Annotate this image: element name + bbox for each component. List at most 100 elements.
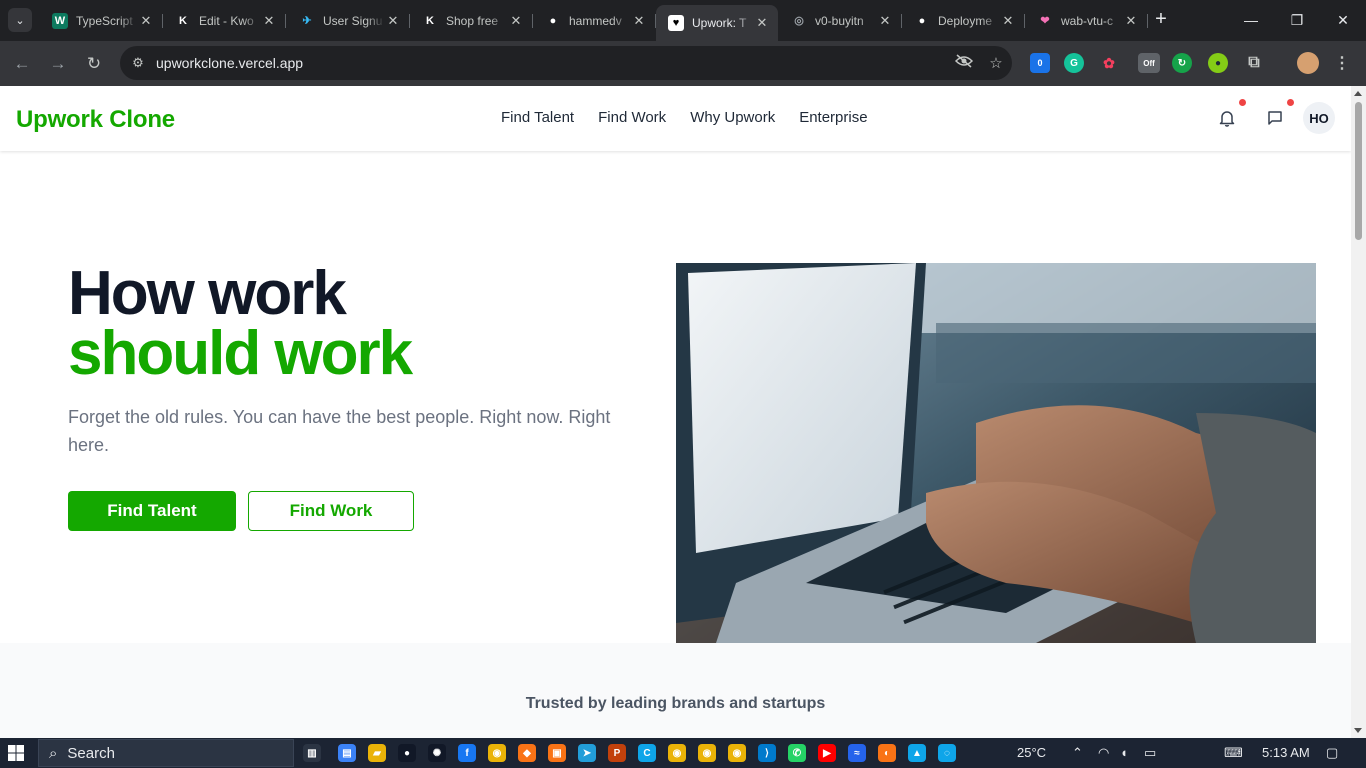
edge-icon[interactable]: ◌ bbox=[938, 744, 956, 762]
wave-app-icon[interactable]: ≈ bbox=[848, 744, 866, 762]
facebook-icon[interactable]: f bbox=[458, 744, 476, 762]
volume-icon[interactable]: ◖ bbox=[1120, 745, 1128, 760]
scroll-down-arrow[interactable] bbox=[1354, 728, 1362, 733]
tab-favicon-icon: ◎ bbox=[791, 12, 807, 29]
close-tab-icon[interactable]: ✕ bbox=[261, 13, 277, 29]
xampp-icon[interactable]: ▣ bbox=[548, 744, 566, 762]
tab-favicon-icon: K bbox=[422, 12, 438, 29]
extension-off-badge: Off bbox=[1143, 58, 1155, 68]
close-window-button[interactable]: ✕ bbox=[1320, 8, 1366, 32]
chrome-icon[interactable]: ◉ bbox=[488, 744, 506, 762]
extension-icon[interactable]: ↻ bbox=[1172, 53, 1192, 73]
restore-button[interactable]: ❐ bbox=[1274, 8, 1320, 32]
tab-favicon-icon: ♥ bbox=[668, 15, 684, 31]
eye-off-icon[interactable] bbox=[948, 54, 980, 72]
windows-start-icon[interactable] bbox=[8, 745, 24, 761]
forward-button[interactable]: → bbox=[46, 52, 70, 76]
task-view-icon[interactable]: ▥ bbox=[303, 744, 321, 762]
battery-icon[interactable]: ▭ bbox=[1144, 745, 1156, 761]
taskbar-search[interactable]: ⌕ Search bbox=[38, 739, 294, 767]
find-work-button[interactable]: Find Work bbox=[248, 491, 414, 531]
notepad-icon[interactable]: ▤ bbox=[338, 744, 356, 762]
extension-icon[interactable]: 0 bbox=[1030, 53, 1050, 73]
lightbulb-icon[interactable]: ● bbox=[1208, 53, 1228, 73]
menu-kebab-icon[interactable]: ⋮ bbox=[1332, 53, 1352, 73]
browser-tab[interactable]: ♥ Upwork: T ✕ bbox=[656, 5, 778, 41]
c-app-icon[interactable]: C bbox=[638, 744, 656, 762]
chrome-icon[interactable]: ◉ bbox=[668, 744, 686, 762]
wifi-icon[interactable]: ◠ bbox=[1098, 745, 1109, 761]
site-info-icon[interactable]: ⚙ bbox=[120, 55, 156, 71]
tab-title: wab-vtu-c bbox=[1061, 13, 1114, 28]
tab-search-button[interactable]: ⌄ bbox=[8, 8, 32, 32]
nav-find-work[interactable]: Find Work bbox=[598, 109, 666, 126]
url-text[interactable]: upworkclone.vercel.app bbox=[156, 55, 948, 71]
close-tab-icon[interactable]: ✕ bbox=[877, 13, 893, 29]
browser-tab[interactable]: ◎ v0-buyitn ✕ bbox=[779, 5, 902, 36]
main-nav: Find Talent Find Work Why Upwork Enterpr… bbox=[501, 109, 868, 126]
address-bar[interactable]: ⚙ upworkclone.vercel.app ☆ bbox=[120, 46, 1012, 80]
notification-center-icon[interactable]: ▢ bbox=[1326, 745, 1338, 761]
site-logo[interactable]: Upwork Clone bbox=[16, 106, 175, 134]
trusted-heading: Trusted by leading brands and startups bbox=[525, 695, 826, 712]
reload-button[interactable]: ↻ bbox=[82, 52, 106, 76]
close-tab-icon[interactable]: ✕ bbox=[631, 13, 647, 29]
youtube-icon[interactable]: ▶ bbox=[818, 744, 836, 762]
browser-tab[interactable]: ● hammedv ✕ bbox=[533, 5, 656, 36]
scroll-up-arrow[interactable] bbox=[1354, 91, 1362, 96]
chevron-down-icon: ⌄ bbox=[15, 14, 25, 27]
browser-tab[interactable]: ● Deployme ✕ bbox=[902, 5, 1025, 36]
keyboard-icon[interactable]: ⌨ bbox=[1224, 745, 1243, 761]
page-scrollbar[interactable] bbox=[1351, 86, 1366, 738]
extension-off-icon[interactable]: Off bbox=[1138, 53, 1160, 73]
chrome-icon[interactable]: ◉ bbox=[698, 744, 716, 762]
web-page: Upwork Clone Find Talent Find Work Why U… bbox=[0, 86, 1351, 738]
browser-tab[interactable]: K Edit - Kwo ✕ bbox=[163, 5, 286, 36]
hero-title-line1: How work bbox=[68, 259, 347, 328]
browser-tab[interactable]: ❤ wab-vtu-c ✕ bbox=[1025, 5, 1148, 36]
whatsapp-icon[interactable]: ✆ bbox=[788, 744, 806, 762]
tray-chevron-icon[interactable]: ⌃ bbox=[1072, 745, 1083, 761]
browser-tab[interactable]: K Shop free ✕ bbox=[410, 5, 533, 36]
close-tab-icon[interactable]: ✕ bbox=[385, 13, 401, 29]
telegram-icon[interactable]: ➤ bbox=[578, 744, 596, 762]
photos-icon[interactable]: ▲ bbox=[908, 744, 926, 762]
find-talent-button[interactable]: Find Talent bbox=[68, 491, 236, 531]
nav-enterprise[interactable]: Enterprise bbox=[799, 109, 867, 126]
scrollbar-thumb[interactable] bbox=[1355, 102, 1362, 240]
back-button[interactable]: ← bbox=[10, 52, 34, 76]
chrome-icon[interactable]: ◉ bbox=[728, 744, 746, 762]
nav-why-upwork[interactable]: Why Upwork bbox=[690, 109, 775, 126]
extension-icon[interactable]: ✿ bbox=[1099, 53, 1119, 73]
tab-favicon-icon: ● bbox=[545, 12, 561, 29]
github-desktop-icon[interactable]: ● bbox=[398, 744, 416, 762]
postman-icon[interactable]: ◆ bbox=[518, 744, 536, 762]
tab-favicon-icon: ✈ bbox=[299, 12, 315, 29]
search-icon: ⌕ bbox=[49, 744, 58, 762]
chatgpt-icon[interactable]: ✺ bbox=[428, 744, 446, 762]
vscode-icon[interactable]: ⟩ bbox=[758, 744, 776, 762]
powerpoint-icon[interactable]: P bbox=[608, 744, 626, 762]
puzzle-icon[interactable]: ⧉ bbox=[1244, 53, 1264, 73]
close-tab-icon[interactable]: ✕ bbox=[508, 13, 524, 29]
close-tab-icon[interactable]: ✕ bbox=[1123, 13, 1139, 29]
close-tab-icon[interactable]: ✕ bbox=[754, 15, 770, 31]
notifications-button[interactable] bbox=[1216, 107, 1238, 129]
new-tab-button[interactable]: + bbox=[1150, 9, 1172, 31]
browser-tab[interactable]: W TypeScript ✕ bbox=[40, 5, 163, 36]
firefox-icon[interactable]: ◐ bbox=[878, 744, 896, 762]
close-tab-icon[interactable]: ✕ bbox=[138, 13, 154, 29]
clock-time[interactable]: 5:13 AM bbox=[1262, 745, 1310, 760]
close-tab-icon[interactable]: ✕ bbox=[1000, 13, 1016, 29]
messages-button[interactable] bbox=[1264, 107, 1286, 129]
profile-avatar[interactable] bbox=[1297, 52, 1319, 74]
file-explorer-icon[interactable]: ▰ bbox=[368, 744, 386, 762]
browser-tab[interactable]: ✈ User Signu ✕ bbox=[287, 5, 410, 36]
minimize-button[interactable]: — bbox=[1228, 8, 1274, 32]
grammarly-icon[interactable]: G bbox=[1064, 53, 1084, 73]
weather-temp[interactable]: 25°C bbox=[1017, 745, 1046, 760]
nav-find-talent[interactable]: Find Talent bbox=[501, 109, 574, 126]
extension-badge: 0 bbox=[1037, 58, 1043, 68]
bookmark-star-icon[interactable]: ☆ bbox=[980, 54, 1012, 72]
user-avatar[interactable]: HO bbox=[1303, 102, 1335, 134]
